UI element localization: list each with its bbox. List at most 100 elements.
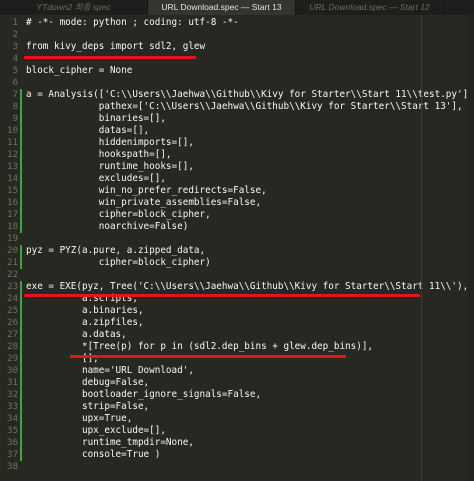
line-number: 7 bbox=[12, 90, 18, 100]
line-number: 18 bbox=[7, 222, 18, 232]
code-line: hiddenimports=[], bbox=[26, 137, 194, 148]
line-number: 31 bbox=[7, 378, 18, 388]
git-change-marker bbox=[20, 437, 22, 449]
git-change-marker bbox=[20, 449, 22, 461]
line-number: 11 bbox=[7, 138, 18, 148]
line-number: 10 bbox=[7, 126, 18, 136]
git-change-marker bbox=[20, 125, 22, 137]
line-number: 17 bbox=[7, 210, 18, 220]
git-change-marker bbox=[20, 377, 22, 389]
git-change-marker bbox=[20, 341, 22, 353]
code-line: runtime_hooks=[], bbox=[26, 161, 194, 172]
line-number: 19 bbox=[7, 234, 18, 244]
code-line: exe = EXE(pyz, Tree('C:\\Users\\Jaehwa\\… bbox=[26, 281, 469, 292]
code-line: pathex=['C:\\Users\\Jaehwa\\Github\\Kivy… bbox=[26, 101, 463, 112]
code-line: *[Tree(p) for p in (sdl2.dep_bins + glew… bbox=[26, 341, 374, 352]
git-change-marker bbox=[20, 89, 22, 101]
tab-ytdown2-spec[interactable]: YTdown2 최종 spec bbox=[0, 0, 148, 15]
line-number: 2 bbox=[12, 30, 18, 40]
git-change-marker bbox=[20, 293, 22, 305]
code-line: # -*- mode: python ; coding: utf-8 -*- bbox=[26, 17, 239, 28]
code-line: pyz = PYZ(a.pure, a.zipped_data, bbox=[26, 245, 206, 256]
line-number: 25 bbox=[7, 306, 18, 316]
git-change-marker bbox=[20, 257, 22, 269]
line-number: 38 bbox=[7, 462, 18, 472]
code-line: upx_exclude=[], bbox=[26, 425, 166, 436]
wrap-guide-ruler bbox=[421, 15, 422, 481]
line-number: 24 bbox=[7, 294, 18, 304]
line-number: 6 bbox=[12, 78, 18, 88]
line-number: 33 bbox=[7, 402, 18, 412]
git-change-marker bbox=[20, 113, 22, 125]
code-line: a = Analysis(['C:\\Users\\Jaehwa\\Github… bbox=[26, 89, 474, 100]
code-editor[interactable]: 1 2 3 4 5 6 7 8 9 10 11 12 13 14 15 16 17 18 19 20 21 22 23 24 2… bbox=[0, 15, 474, 481]
code-line: cipher=block_cipher, bbox=[26, 209, 211, 220]
line-number: 9 bbox=[12, 114, 18, 124]
code-line: a.datas, bbox=[26, 329, 127, 340]
line-number: 27 bbox=[7, 330, 18, 340]
git-change-marker bbox=[20, 401, 22, 413]
git-change-marker bbox=[20, 413, 22, 425]
code-line: runtime_tmpdir=None, bbox=[26, 437, 194, 448]
line-number: 23 bbox=[7, 282, 18, 292]
line-number: 12 bbox=[7, 150, 18, 160]
code-line: excludes=[], bbox=[26, 173, 166, 184]
code-line: win_private_assemblies=False, bbox=[26, 197, 262, 208]
code-line: from kivy_deps import sdl2, glew bbox=[26, 41, 206, 52]
line-number: 30 bbox=[7, 366, 18, 376]
line-number: 20 bbox=[7, 246, 18, 256]
code-line: console=True ) bbox=[26, 449, 161, 460]
code-line: name='URL Download', bbox=[26, 365, 194, 376]
code-line: binaries=[], bbox=[26, 113, 166, 124]
code-line: datas=[], bbox=[26, 125, 150, 136]
code-line: upx=True, bbox=[26, 413, 133, 424]
code-line: win_no_prefer_redirects=False, bbox=[26, 185, 267, 196]
code-line: strip=False, bbox=[26, 401, 150, 412]
code-line: bootloader_ignore_signals=False, bbox=[26, 389, 262, 400]
line-number: 28 bbox=[7, 342, 18, 352]
git-change-marker bbox=[20, 149, 22, 161]
line-number: 22 bbox=[7, 270, 18, 280]
line-number: 21 bbox=[7, 258, 18, 268]
line-number: 14 bbox=[7, 174, 18, 184]
annotation-underline-dep-bins bbox=[70, 355, 346, 358]
git-change-marker bbox=[20, 305, 22, 317]
line-number: 35 bbox=[7, 426, 18, 436]
code-line: debug=False, bbox=[26, 377, 150, 388]
code-area[interactable]: # -*- mode: python ; coding: utf-8 -*- fr… bbox=[26, 15, 474, 481]
code-line: a.binaries, bbox=[26, 305, 144, 316]
line-number-gutter: 1 2 3 4 5 6 7 8 9 10 11 12 13 14 15 16 17 18 19 20 21 22 23 24 2… bbox=[0, 15, 22, 481]
code-line: hookspath=[], bbox=[26, 149, 172, 160]
git-change-marker bbox=[20, 353, 22, 365]
line-number: 15 bbox=[7, 186, 18, 196]
line-number: 32 bbox=[7, 390, 18, 400]
git-change-marker bbox=[20, 185, 22, 197]
git-change-marker bbox=[20, 197, 22, 209]
line-number: 8 bbox=[12, 102, 18, 112]
git-change-marker bbox=[20, 281, 22, 293]
git-change-marker bbox=[20, 173, 22, 185]
git-change-marker bbox=[20, 137, 22, 149]
line-number: 5 bbox=[12, 66, 18, 76]
scrollbar[interactable] bbox=[468, 15, 474, 481]
code-line: cipher=block_cipher) bbox=[26, 257, 211, 268]
line-number: 1 bbox=[12, 18, 18, 28]
line-number: 3 bbox=[12, 42, 18, 52]
git-change-marker bbox=[20, 365, 22, 377]
annotation-underline-import bbox=[24, 56, 196, 59]
git-change-marker bbox=[20, 209, 22, 221]
line-number: 26 bbox=[7, 318, 18, 328]
git-change-marker bbox=[20, 425, 22, 437]
git-change-marker bbox=[20, 317, 22, 329]
line-number: 13 bbox=[7, 162, 18, 172]
tab-url-download-start-12[interactable]: URL Download.spec — Start 12 bbox=[296, 0, 444, 15]
line-number: 4 bbox=[12, 54, 18, 64]
code-line: noarchive=False) bbox=[26, 221, 189, 232]
git-change-marker bbox=[20, 221, 22, 233]
tab-url-download-start-13[interactable]: URL Download.spec — Start 13 bbox=[148, 0, 296, 15]
line-number: 29 bbox=[7, 354, 18, 364]
git-change-marker bbox=[20, 161, 22, 173]
annotation-underline-exe-tree bbox=[24, 294, 420, 297]
git-change-marker bbox=[20, 245, 22, 257]
code-line: a.zipfiles, bbox=[26, 317, 144, 328]
